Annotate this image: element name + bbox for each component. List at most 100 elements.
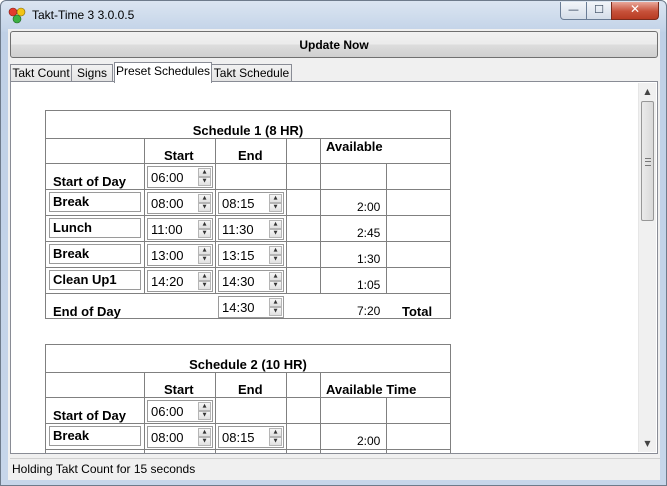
schedule-1-table: Schedule 1 (8 HR) Start End Available St…: [45, 110, 451, 319]
update-now-button[interactable]: Update Now: [10, 31, 658, 58]
client-area: Update Now Takt Count Signs Preset Sched…: [8, 29, 660, 480]
grid-line: [46, 138, 450, 139]
tab-takt-count[interactable]: Takt Count: [10, 64, 72, 82]
row-name-field[interactable]: Clean Up1: [49, 270, 141, 290]
spin-buttons: ▲ ▼: [198, 194, 211, 212]
spin-up-icon[interactable]: ▲: [198, 428, 211, 437]
time-value: 13:15: [222, 248, 255, 263]
scroll-up-icon[interactable]: ▲: [639, 83, 656, 100]
end-of-day-label: End of Day: [53, 304, 121, 319]
spin-up-icon[interactable]: ▲: [198, 168, 211, 177]
spin-up-icon[interactable]: ▲: [198, 402, 211, 411]
start-of-day-label: Start of Day: [53, 408, 126, 423]
tab-preset-schedules[interactable]: Preset Schedules: [114, 62, 212, 83]
spin-down-icon[interactable]: ▼: [198, 203, 211, 212]
time-value: 08:00: [151, 196, 184, 211]
spin-buttons: ▲ ▼: [269, 428, 282, 446]
close-button[interactable]: ✕: [611, 2, 659, 20]
row-end-time[interactable]: 08:15 ▲ ▼: [218, 192, 284, 214]
preset-schedules-panel: Schedule 1 (8 HR) Start End Available St…: [10, 81, 658, 454]
spin-down-icon[interactable]: ▼: [269, 229, 282, 238]
grid-line: [386, 163, 387, 293]
spin-buttons: ▲ ▼: [269, 272, 282, 290]
spin-down-icon[interactable]: ▼: [269, 203, 282, 212]
spin-buttons: ▲ ▼: [198, 168, 211, 186]
grip-icon: [645, 158, 651, 166]
schedule-title: Schedule 1 (8 HR): [192, 123, 304, 138]
spin-up-icon[interactable]: ▲: [269, 428, 282, 437]
maximize-button[interactable]: ☐: [586, 2, 612, 20]
grid-line: [46, 293, 450, 294]
grid-line: [386, 397, 387, 453]
minimize-button[interactable]: —: [560, 2, 587, 20]
grid-line: [46, 449, 450, 450]
scroll-thumb[interactable]: [641, 101, 654, 221]
tab-signs[interactable]: Signs: [71, 64, 113, 82]
window-title: Takt-Time 3 3.0.0.5: [32, 8, 135, 22]
row-available-time: 1:30: [357, 252, 381, 266]
row-end-time[interactable]: 14:30 ▲ ▼: [218, 270, 284, 292]
title-bar[interactable]: Takt-Time 3 3.0.0.5 — ☐ ✕: [1, 1, 666, 29]
spin-up-icon[interactable]: ▲: [198, 246, 211, 255]
status-bar: Holding Takt Count for 15 seconds: [10, 458, 660, 479]
start-of-day-time[interactable]: 06:00 ▲ ▼: [147, 400, 213, 422]
start-of-day-time[interactable]: 06:00 ▲ ▼: [147, 166, 213, 188]
time-value: 08:00: [151, 430, 184, 445]
grid-line: [286, 372, 287, 453]
start-header: Start: [164, 148, 194, 163]
spin-down-icon[interactable]: ▼: [269, 437, 282, 446]
close-icon: ✕: [629, 2, 641, 16]
row-name-field[interactable]: Break: [49, 192, 141, 212]
maximize-icon: ☐: [594, 3, 604, 16]
spin-buttons: ▲ ▼: [269, 246, 282, 264]
end-of-day-time[interactable]: 14:30 ▲ ▼: [218, 296, 284, 318]
total-label: Total: [402, 304, 433, 319]
spin-down-icon[interactable]: ▼: [198, 255, 211, 264]
grid-line: [215, 138, 216, 293]
spin-up-icon[interactable]: ▲: [269, 220, 282, 229]
row-name-field[interactable]: Break: [49, 426, 141, 446]
spin-buttons: ▲ ▼: [269, 298, 282, 316]
spin-up-icon[interactable]: ▲: [198, 272, 211, 281]
scroll-down-icon[interactable]: ▼: [639, 435, 656, 452]
row-name-field[interactable]: Lunch: [49, 218, 141, 238]
traffic-light-app-icon: [8, 7, 26, 24]
spin-down-icon[interactable]: ▼: [269, 281, 282, 290]
spin-up-icon[interactable]: ▲: [269, 246, 282, 255]
grid-line: [46, 372, 450, 373]
row-start-time[interactable]: 13:00 ▲ ▼: [147, 244, 213, 266]
spin-down-icon[interactable]: ▼: [198, 437, 211, 446]
row-available-time: 2:00: [357, 434, 381, 448]
row-start-time[interactable]: 14:20 ▲ ▼: [147, 270, 213, 292]
tab-takt-schedule[interactable]: Takt Schedule: [211, 64, 292, 82]
row-name-field[interactable]: Break: [49, 244, 141, 264]
spin-up-icon[interactable]: ▲: [269, 194, 282, 203]
end-header: End: [238, 148, 263, 163]
spin-up-icon[interactable]: ▲: [198, 194, 211, 203]
grid-line: [320, 372, 321, 453]
row-start-time[interactable]: 08:00 ▲ ▼: [147, 426, 213, 448]
spin-down-icon[interactable]: ▼: [269, 255, 282, 264]
row-start-time[interactable]: 11:00 ▲ ▼: [147, 218, 213, 240]
spin-up-icon[interactable]: ▲: [198, 220, 211, 229]
spin-up-icon[interactable]: ▲: [269, 272, 282, 281]
row-end-time[interactable]: 08:15 ▲ ▼: [218, 426, 284, 448]
spin-down-icon[interactable]: ▼: [198, 229, 211, 238]
spin-up-icon[interactable]: ▲: [269, 298, 282, 307]
spin-buttons: ▲ ▼: [198, 220, 211, 238]
vertical-scrollbar[interactable]: ▲ ▼: [638, 83, 656, 452]
end-header: End: [238, 382, 263, 397]
time-value: 06:00: [151, 170, 184, 185]
spin-down-icon[interactable]: ▼: [198, 281, 211, 290]
spin-down-icon[interactable]: ▼: [269, 307, 282, 316]
spin-down-icon[interactable]: ▼: [198, 177, 211, 186]
row-end-time[interactable]: 13:15 ▲ ▼: [218, 244, 284, 266]
row-end-time[interactable]: 11:30 ▲ ▼: [218, 218, 284, 240]
available-header: Available: [326, 139, 383, 154]
row-start-time[interactable]: 08:00 ▲ ▼: [147, 192, 213, 214]
time-value: 11:00: [151, 222, 183, 237]
spin-down-icon[interactable]: ▼: [198, 411, 211, 420]
time-value: 08:15: [222, 196, 255, 211]
schedule-2-table: Schedule 2 (10 HR) Start End Available T…: [45, 344, 451, 453]
grid-line: [46, 215, 450, 216]
